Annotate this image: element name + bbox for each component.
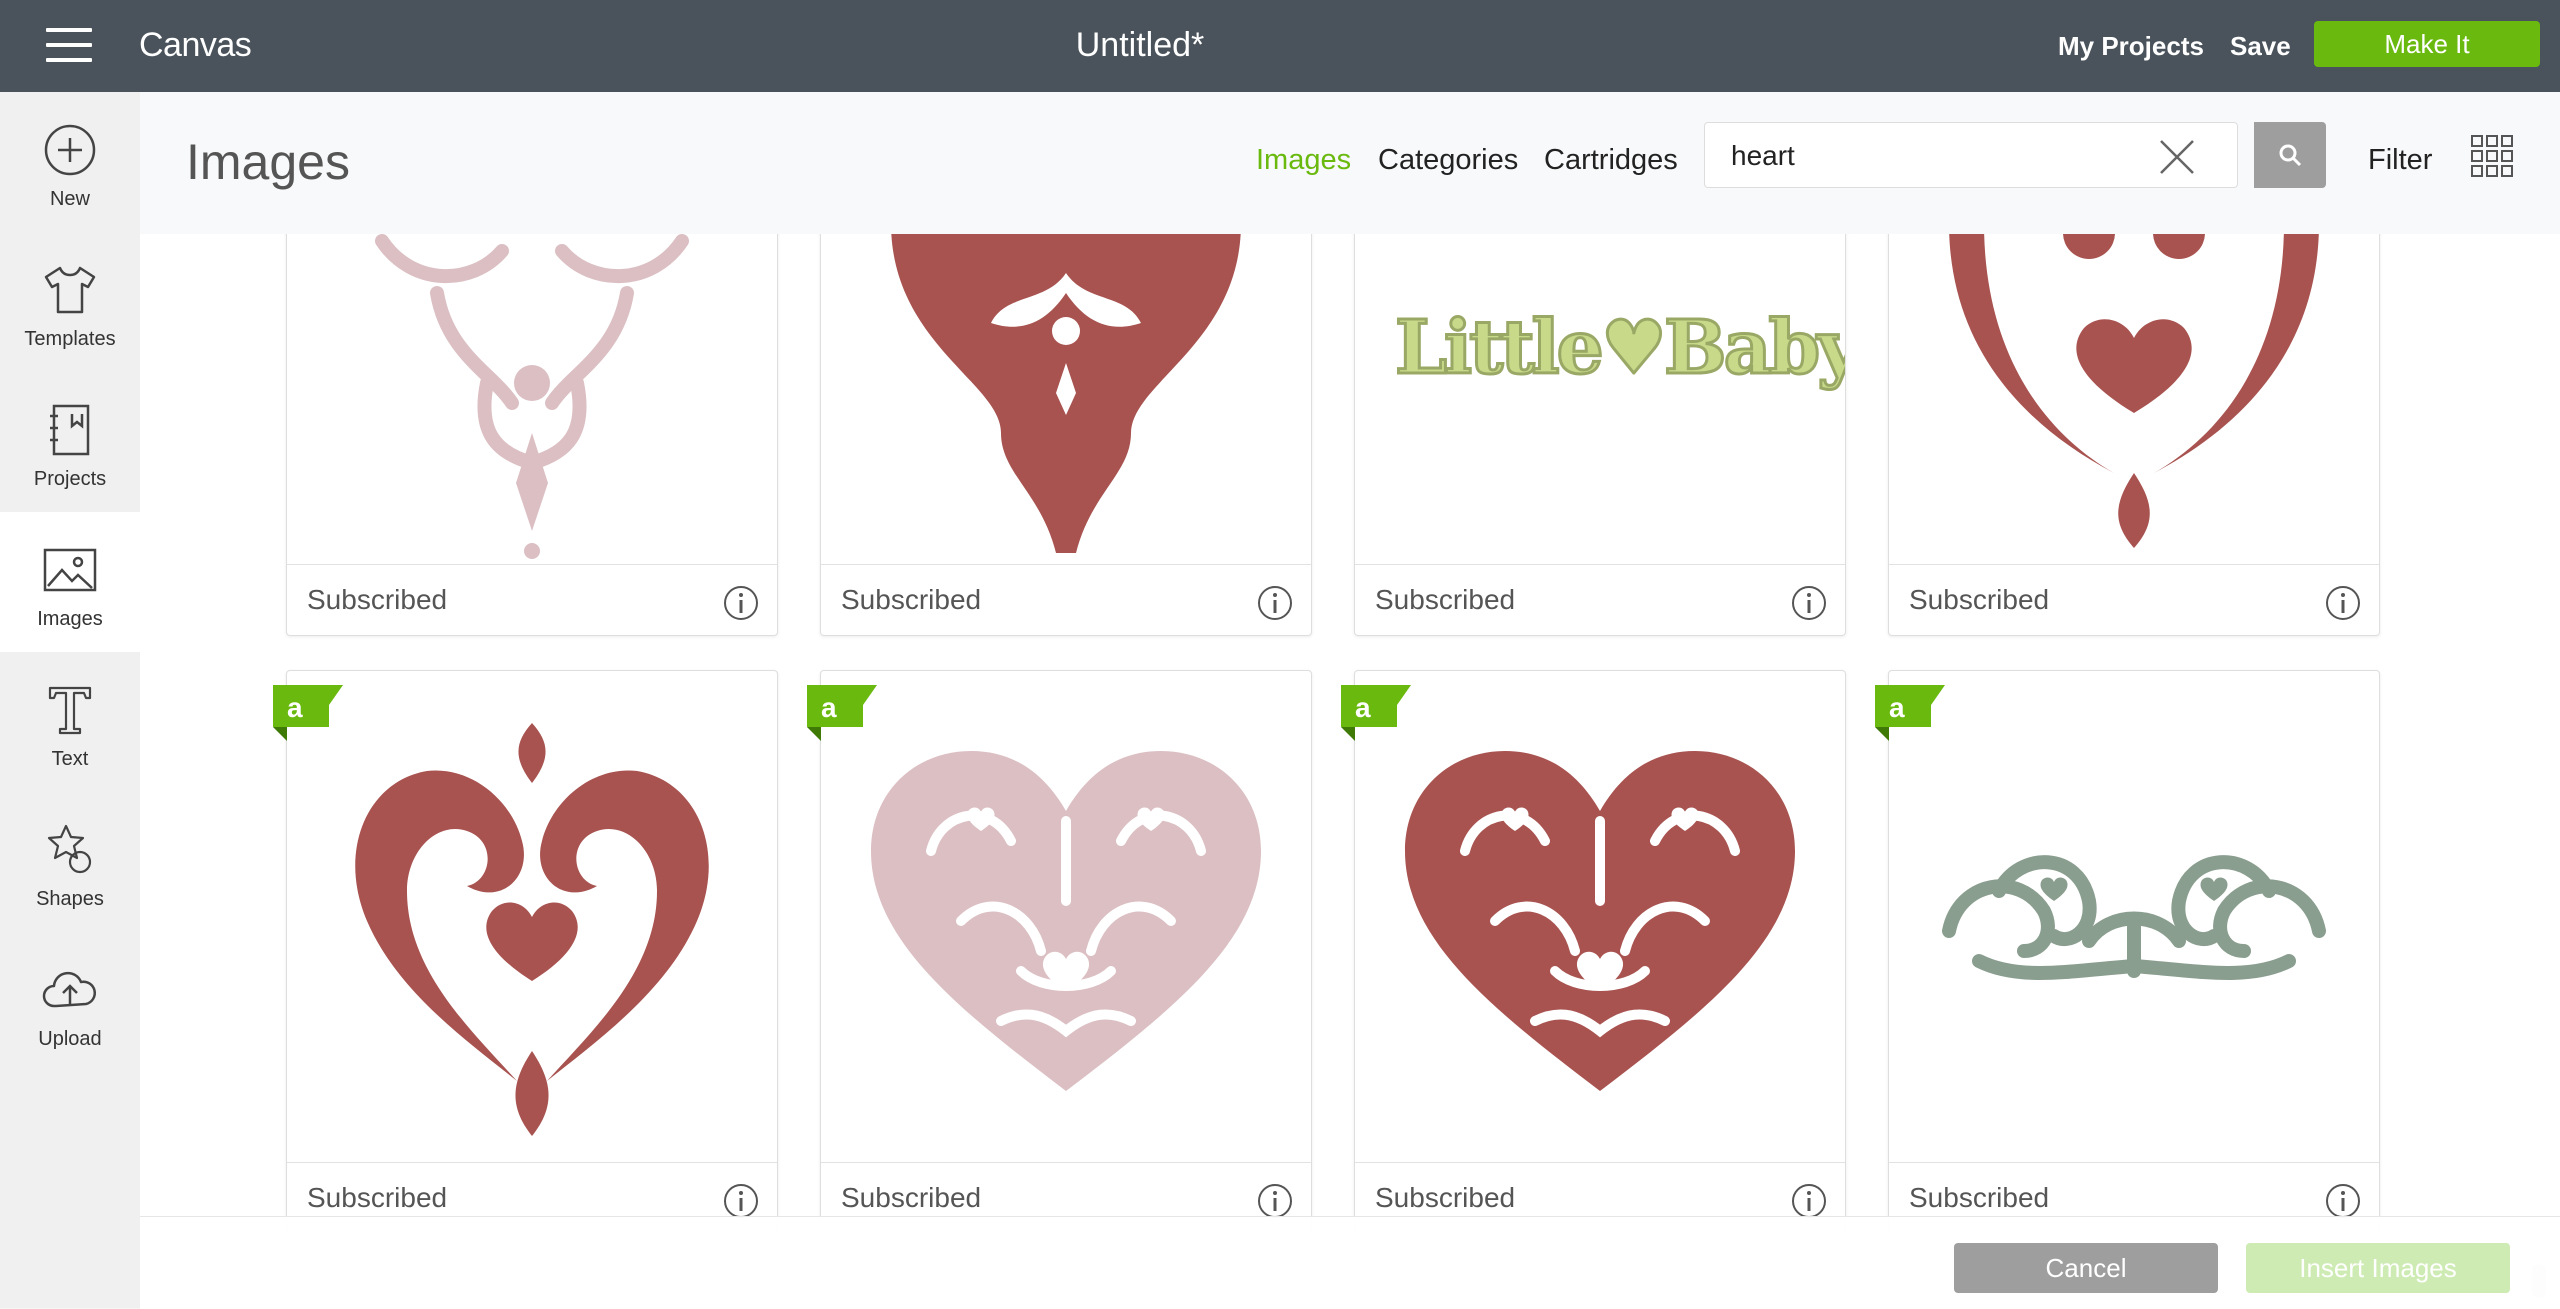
save-link[interactable]: Save [2230, 26, 2291, 66]
access-badge-icon: a [1875, 685, 1945, 741]
panel-title: Images [186, 134, 350, 190]
filter-button[interactable]: Filter [2368, 140, 2432, 180]
sidebar-item-label: Upload [38, 1028, 102, 1050]
search-button[interactable] [2254, 122, 2326, 188]
sidebar-item-text[interactable]: Text [0, 652, 140, 792]
image-icon [43, 548, 97, 592]
info-icon[interactable] [723, 585, 759, 621]
svg-text:a: a [821, 692, 837, 723]
status-label: Subscribed [841, 584, 982, 615]
image-grid: Subscribed Subscribed Little♥Baby Subscr… [140, 234, 2560, 1308]
image-card[interactable]: Subscribed [286, 234, 778, 636]
app-brand: Canvas [139, 26, 252, 64]
red-swirl-heart-image [1949, 234, 2319, 548]
search-icon [2279, 144, 2302, 167]
sage-heart-border-image [1942, 855, 2326, 980]
svg-text:a: a [1889, 692, 1905, 723]
status-label: Subscribed [841, 1182, 982, 1213]
access-badge-icon: a [1341, 685, 1411, 741]
sidebar-item-label: Templates [24, 328, 116, 350]
plus-circle-icon [44, 124, 96, 176]
card-footer: Subscribed [821, 564, 1311, 635]
sidebar-item-label: Projects [33, 468, 107, 490]
insert-images-button[interactable]: Insert Images [2246, 1243, 2510, 1293]
status-label: Subscribed [1375, 1182, 1516, 1213]
grid-view-icon[interactable] [2470, 134, 2514, 178]
info-icon[interactable] [1791, 585, 1827, 621]
status-label: Subscribed [1909, 584, 2050, 615]
info-icon[interactable] [1791, 1183, 1827, 1219]
search-box [1704, 122, 2238, 188]
image-thumbnail [821, 234, 1311, 565]
red-swirl-heart-image [355, 723, 709, 1136]
panel-header: Images Images Categories Cartridges Filt… [140, 92, 2560, 234]
action-bar: Cancel Insert Images [140, 1216, 2560, 1309]
image-card[interactable]: a Subscribed [1875, 670, 2380, 1234]
shapes-icon [47, 824, 92, 874]
info-icon[interactable] [2325, 1183, 2361, 1219]
my-projects-link[interactable]: My Projects [2058, 26, 2204, 66]
sidebar-item-upload[interactable]: Upload [0, 932, 140, 1072]
menu-icon[interactable] [46, 28, 92, 62]
image-card[interactable]: Little♥Baby Subscribed [1354, 234, 1846, 636]
red-filigree-heart-image [1405, 751, 1795, 1091]
sidebar-item-shapes[interactable]: Shapes [0, 792, 140, 932]
sidebar-item-templates[interactable]: Templates [0, 232, 140, 372]
sidebar-item-images[interactable]: Images [0, 512, 140, 652]
cloud-upload-icon [42, 971, 96, 1008]
sidebar-item-label: New [49, 188, 90, 210]
status-label: Subscribed [307, 1182, 448, 1213]
tshirt-icon [44, 266, 96, 314]
image-card[interactable]: a Subscribed [273, 670, 778, 1234]
cancel-button[interactable]: Cancel [1954, 1243, 2218, 1293]
card-footer: Subscribed [1889, 564, 2379, 635]
sidebar-item-label: Text [51, 748, 89, 770]
document-title[interactable]: Untitled* [980, 22, 1300, 68]
svg-text:a: a [1355, 692, 1371, 723]
status-label: Subscribed [1375, 584, 1516, 615]
info-icon[interactable] [723, 1183, 759, 1219]
image-card[interactable]: Subscribed [820, 234, 1312, 636]
image-thumbnail: Little♥Baby [1355, 234, 1846, 565]
sidebar-item-projects[interactable]: Projects [0, 372, 140, 512]
search-input[interactable] [1729, 135, 2153, 177]
access-badge-icon: a [807, 685, 877, 741]
info-icon[interactable] [2325, 585, 2361, 621]
svg-text:a: a [287, 692, 303, 723]
images-panel: Images Images Categories Cartridges Filt… [140, 92, 2560, 1309]
image-thumbnail [821, 671, 1311, 1163]
sidebar-item-new[interactable]: New [0, 92, 140, 232]
pink-filigree-heart-image [871, 751, 1261, 1091]
little-baby-text-art: Little♥Baby [1394, 304, 1846, 393]
notebook-icon [50, 404, 90, 456]
info-icon[interactable] [1257, 1183, 1293, 1219]
card-footer: Subscribed [1355, 564, 1845, 635]
sidebar-item-label: Images [37, 608, 103, 630]
text-icon [48, 686, 92, 735]
image-card[interactable]: a Subscribed [1341, 670, 1846, 1234]
card-footer: Subscribed [287, 564, 777, 635]
image-thumbnail [287, 234, 777, 565]
image-thumbnail [1889, 671, 2379, 1163]
image-card[interactable]: a Subscribed [807, 670, 1312, 1234]
image-thumbnail [1889, 234, 2379, 565]
image-thumbnail [287, 671, 777, 1163]
access-badge-icon: a [273, 685, 343, 741]
sidebar-item-label: Shapes [36, 888, 104, 910]
top-bar: Canvas Untitled* My Projects Save Make I… [0, 0, 2560, 92]
clear-search-icon[interactable] [2157, 137, 2197, 177]
tab-cartridges[interactable]: Cartridges [1544, 140, 1678, 180]
tab-images[interactable]: Images [1256, 140, 1351, 180]
pink-ornament-image [375, 234, 689, 559]
left-sidebar: New Templates Projects Images Text Shape… [0, 92, 141, 1308]
make-it-button[interactable]: Make It [2314, 21, 2540, 67]
status-label: Subscribed [307, 584, 448, 615]
image-thumbnail [1355, 671, 1845, 1163]
red-ornament-image [891, 234, 1241, 553]
tab-categories[interactable]: Categories [1378, 140, 1518, 180]
status-label: Subscribed [1909, 1182, 2050, 1213]
image-card[interactable]: Subscribed [1888, 234, 2380, 636]
info-icon[interactable] [1257, 585, 1293, 621]
